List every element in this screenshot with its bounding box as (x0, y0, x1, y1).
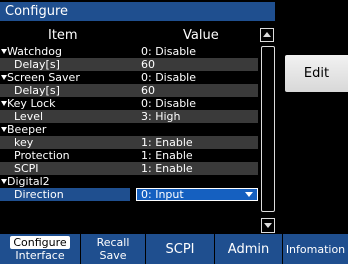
row-item: Delay[s] (14, 58, 60, 71)
softkey-label-recall: Recall (96, 236, 130, 249)
softkey-label-scpi: SCPI (165, 241, 195, 257)
table-row[interactable]: SCPI 1: Enable (0, 162, 258, 175)
table-row[interactable]: Delay[s] 60 (0, 84, 258, 97)
table-row[interactable]: Delay[s] 60 (0, 58, 258, 71)
row-item: key (14, 136, 34, 149)
row-value: 0: Disable (141, 45, 197, 58)
row-value: 1: Enable (141, 136, 193, 149)
row-item: SCPI (14, 162, 39, 175)
scrollbar[interactable] (261, 46, 275, 212)
scpi-softkey[interactable]: SCPI (146, 234, 214, 264)
column-header-item: Item (48, 28, 78, 43)
softkey-label-info: Infomation (285, 242, 346, 256)
information-softkey[interactable]: Infomation (283, 234, 348, 264)
configure-interface-softkey[interactable]: Configure Interface (0, 234, 80, 264)
scroll-up-button[interactable] (260, 28, 274, 42)
table-row[interactable]: Digital2 (0, 175, 258, 188)
config-table: Watchdog 0: Disable Delay[s] 60 Screen S… (0, 45, 258, 201)
softkey-label-configure: Configure (10, 236, 70, 249)
table-row[interactable]: Beeper (0, 123, 258, 136)
direction-select[interactable]: 0: Input (136, 188, 258, 201)
row-item: Screen Saver (0, 71, 130, 84)
row-item: Digital2 (0, 175, 130, 188)
table-row[interactable]: Key Lock 0: Disable (0, 97, 258, 110)
softkey-label-admin: Admin (227, 241, 270, 257)
table-row[interactable]: Protection 1: Enable (0, 149, 258, 162)
recall-save-softkey[interactable]: Recall Save (81, 234, 145, 264)
row-value: 3: High (141, 110, 181, 123)
row-item: Level (14, 110, 44, 123)
window-title: Configure (0, 2, 275, 21)
table-row[interactable]: Screen Saver 0: Disable (0, 71, 258, 84)
config-panel: Item Value Watchdog 0: Disable Delay[s] … (0, 24, 275, 233)
column-header-value: Value (183, 28, 219, 43)
row-value: 60 (141, 58, 155, 71)
chevron-down-icon[interactable] (245, 192, 253, 197)
row-value: 1: Enable (141, 162, 193, 175)
row-value: 1: Enable (141, 149, 193, 162)
select-value: 0: Input (141, 188, 184, 201)
table-row[interactable]: Level 3: High (0, 110, 258, 123)
table-header: Item Value (0, 27, 275, 44)
row-value: 0: Disable (141, 97, 197, 110)
row-item: Watchdog (0, 45, 130, 58)
row-item: Protection (14, 149, 70, 162)
softkey-label-interface: Interface (15, 249, 65, 262)
table-row[interactable]: key 1: Enable (0, 136, 258, 149)
title-bar: Configure (0, 0, 348, 21)
row-value: 0: Disable (141, 71, 197, 84)
row-item: Key Lock (0, 97, 130, 110)
row-item: Direction (0, 188, 130, 201)
table-row[interactable]: Watchdog 0: Disable (0, 45, 258, 58)
row-item: Delay[s] (14, 84, 60, 97)
softkey-bar: Configure Interface Recall Save SCPI Adm… (0, 234, 348, 264)
softkey-label-save: Save (99, 249, 127, 262)
edit-button[interactable]: Edit (285, 55, 348, 92)
row-item: Beeper (0, 123, 130, 136)
table-row-selected[interactable]: Direction 0: Input (0, 188, 258, 201)
scroll-down-button[interactable] (261, 218, 275, 233)
admin-softkey[interactable]: Admin (215, 234, 282, 264)
row-value: 60 (141, 84, 155, 97)
